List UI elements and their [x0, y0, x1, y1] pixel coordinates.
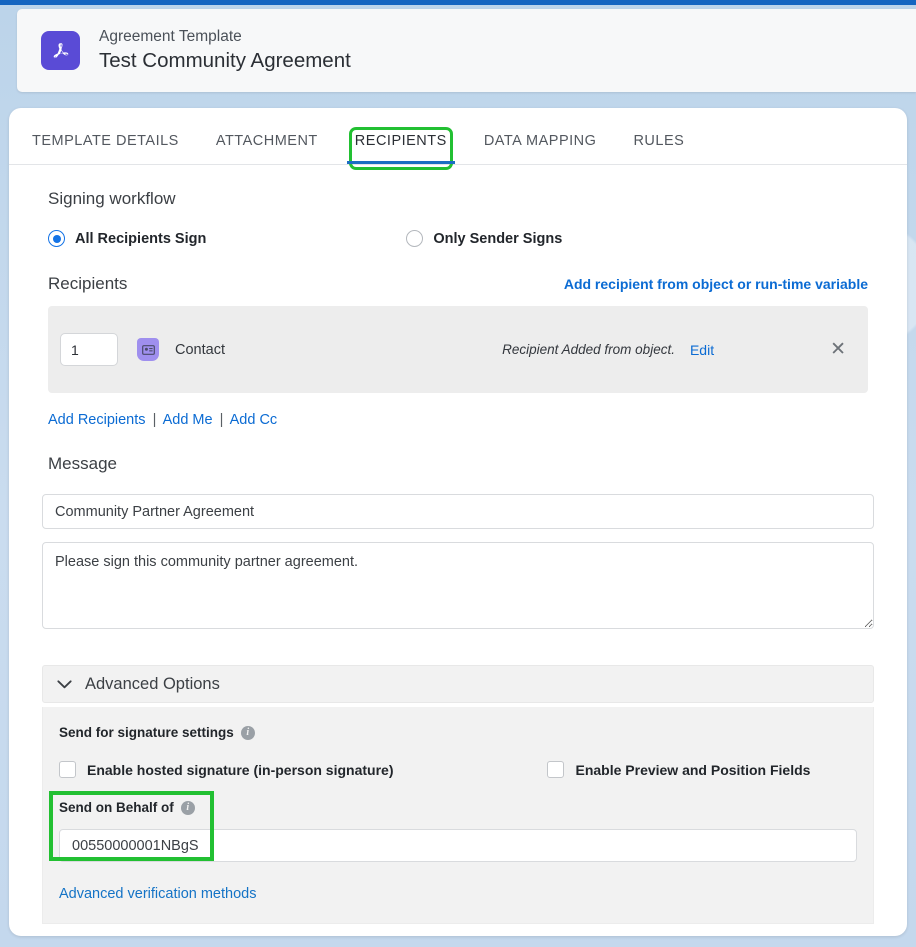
link-separator-2: | [219, 412, 224, 428]
recipient-type-label: Contact [175, 341, 225, 358]
send-on-behalf-label: Send on Behalf of i [59, 800, 195, 815]
add-recipients-link[interactable]: Add Recipients [48, 412, 146, 428]
add-me-link[interactable]: Add Me [163, 412, 213, 428]
add-cc-link[interactable]: Add Cc [230, 412, 278, 428]
checkbox-enable-hosted-signature[interactable]: Enable hosted signature (in-person signa… [59, 761, 393, 778]
checkbox-enable-preview-position-fields-label: Enable Preview and Position Fields [575, 761, 811, 778]
recipients-tab-content: Signing workflow All Recipients Sign Onl… [9, 189, 907, 924]
send-on-behalf-block: Send on Behalf of i [49, 791, 857, 862]
radio-only-sender-signs-label: Only Sender Signs [433, 230, 563, 247]
checkbox-enable-preview-position-fields[interactable]: Enable Preview and Position Fields [547, 761, 810, 778]
send-on-behalf-text: Send on Behalf of [59, 800, 174, 815]
checkbox-unchecked-icon [547, 761, 565, 778]
radio-all-recipients-sign-label: All Recipients Sign [75, 230, 207, 247]
agreement-header-card: Agreement Template Test Community Agreem… [17, 9, 916, 92]
tab-recipients[interactable]: RECIPIENTS [346, 127, 455, 170]
tab-rules[interactable]: RULES [633, 133, 684, 164]
link-separator-1: | [152, 412, 157, 428]
info-icon[interactable]: i [240, 725, 255, 740]
advanced-verification-methods-link[interactable]: Advanced verification methods [59, 886, 256, 902]
message-body-textarea[interactable]: Please sign this community partner agree… [42, 542, 874, 629]
message-body-wrapper: Please sign this community partner agree… [42, 529, 874, 634]
checkbox-unchecked-icon [59, 761, 76, 778]
recipients-header-row: Recipients Add recipient from object or … [48, 274, 868, 294]
recipient-edit-link[interactable]: Edit [690, 342, 714, 358]
window-top-strip [0, 0, 916, 5]
message-subject-input[interactable] [42, 494, 874, 529]
radio-only-sender-signs[interactable]: Only Sender Signs [406, 230, 562, 247]
recipients-heading: Recipients [48, 274, 128, 293]
recipient-status-text: Recipient Added from object. [502, 342, 675, 357]
message-subject-wrapper [42, 474, 874, 529]
recipient-order-input[interactable] [60, 333, 118, 366]
advanced-options-body: Send for signature settings i Enable hos… [42, 707, 874, 924]
template-editor-card: TEMPLATE DETAILS ATTACHMENT RECIPIENTS D… [9, 108, 907, 936]
radio-unselected-icon [406, 230, 424, 247]
send-for-signature-settings-text: Send for signature settings [59, 725, 234, 740]
info-icon[interactable]: i [180, 800, 195, 815]
tab-attachment[interactable]: ATTACHMENT [216, 133, 318, 164]
signature-settings-checkbox-row: Enable hosted signature (in-person signa… [59, 761, 857, 778]
contact-card-icon [137, 338, 159, 361]
message-heading: Message [48, 454, 117, 473]
page-title: Test Community Agreement [99, 49, 351, 73]
send-on-behalf-input[interactable] [59, 829, 857, 862]
radio-selected-icon [48, 230, 65, 247]
close-icon[interactable]: ✕ [830, 340, 846, 359]
signing-workflow-heading: Signing workflow [48, 189, 176, 208]
signing-workflow-radio-group: All Recipients Sign Only Sender Signs [48, 230, 876, 247]
checkbox-enable-hosted-signature-label: Enable hosted signature (in-person signa… [87, 761, 394, 778]
radio-all-recipients-sign[interactable]: All Recipients Sign [48, 230, 206, 247]
acrobat-pdf-icon [41, 31, 80, 70]
tab-data-mapping[interactable]: DATA MAPPING [484, 133, 597, 164]
add-recipient-from-object-link[interactable]: Add recipient from object or run-time va… [564, 276, 868, 292]
advanced-options-header[interactable]: Advanced Options [42, 665, 874, 703]
recipient-add-links: Add Recipients | Add Me | Add Cc [48, 412, 876, 428]
chevron-down-icon [57, 679, 72, 689]
template-tabs: TEMPLATE DETAILS ATTACHMENT RECIPIENTS D… [9, 108, 907, 170]
advanced-options-title: Advanced Options [85, 674, 220, 693]
recipient-row: Contact Recipient Added from object. Edi… [48, 306, 868, 393]
tab-template-details[interactable]: TEMPLATE DETAILS [32, 133, 179, 164]
header-eyebrow: Agreement Template [99, 28, 242, 46]
send-for-signature-settings-label: Send for signature settings i [59, 725, 255, 740]
